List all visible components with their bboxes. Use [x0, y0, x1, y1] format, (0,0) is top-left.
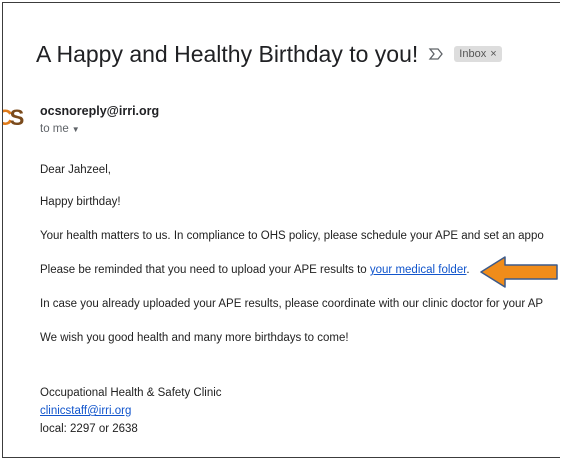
pointer-arrow-icon — [480, 256, 558, 288]
upload-text-suffix: . — [466, 264, 470, 276]
email-view: A Happy and Healthy Birthday to you! Inb… — [2, 2, 560, 458]
clinic-email-link[interactable]: clinicstaff@irri.org — [40, 405, 131, 417]
upload-text-prefix: Please be reminded that you need to uplo… — [40, 264, 370, 276]
chevron-down-icon[interactable]: ▼ — [72, 125, 80, 134]
sender-avatar: CS — [3, 98, 29, 138]
body-line-upload: Please be reminded that you need to uplo… — [40, 264, 470, 276]
sender-address[interactable]: ocsnoreply@irri.org — [40, 104, 159, 118]
inbox-label-chip[interactable]: Inbox × — [454, 46, 502, 62]
signature-local: local: 2297 or 2638 — [40, 423, 138, 435]
avatar-letter-s: S — [9, 105, 25, 130]
medical-folder-link[interactable]: your medical folder — [370, 264, 467, 276]
inbox-label-text: Inbox — [459, 48, 487, 60]
recipient-details[interactable]: to me ▼ — [40, 123, 80, 135]
body-line-health: Your health matters to us. In compliance… — [40, 230, 544, 242]
avatar-letter-c: C — [3, 105, 13, 131]
body-line-wishes: We wish you good health and many more bi… — [40, 332, 349, 344]
body-line-coordinate: In case you already uploaded your APE re… — [40, 298, 544, 310]
subject-row: A Happy and Healthy Birthday to you! Inb… — [36, 36, 502, 72]
important-marker-icon[interactable] — [428, 47, 444, 61]
email-subject: A Happy and Healthy Birthday to you! — [36, 40, 419, 67]
remove-label-icon[interactable]: × — [490, 48, 496, 60]
recipient-text: to me — [40, 123, 69, 135]
signature-email: clinicstaff@irri.org — [40, 405, 131, 417]
greeting: Dear Jahzeel, — [40, 164, 111, 176]
signature-name: Occupational Health & Safety Clinic — [40, 387, 222, 399]
body-line-birthday: Happy birthday! — [40, 196, 121, 208]
